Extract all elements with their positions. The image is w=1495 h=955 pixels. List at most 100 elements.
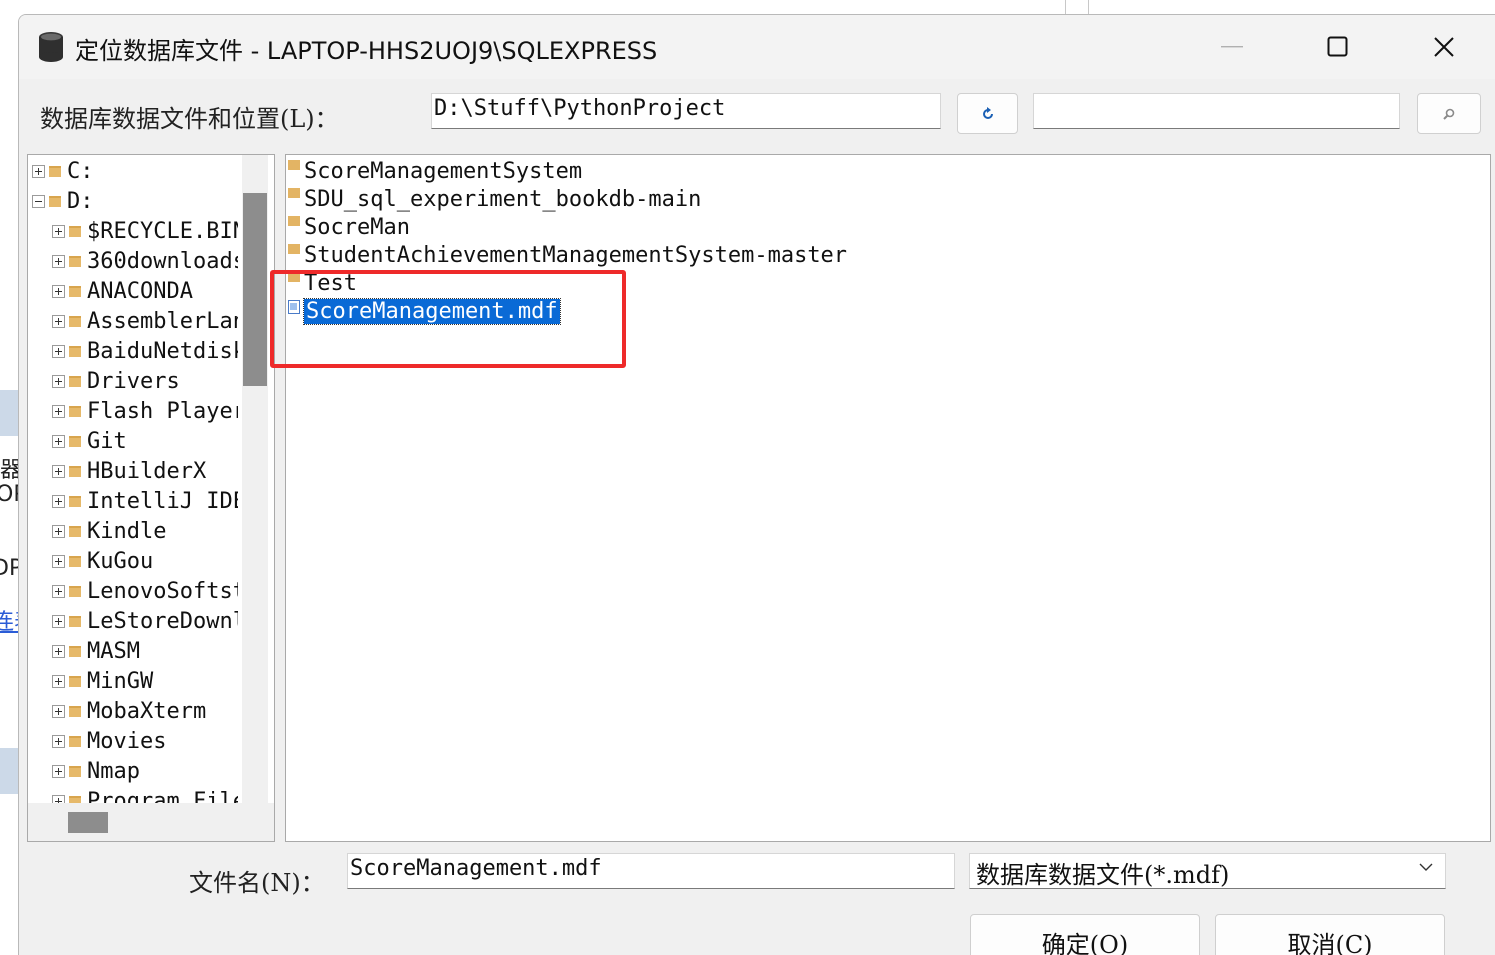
folder-icon xyxy=(69,555,81,567)
search-button[interactable] xyxy=(1417,93,1481,134)
tree-folder-item[interactable]: MASM xyxy=(52,636,140,666)
tree-folder-item[interactable]: Program Files xyxy=(52,786,238,803)
search-input[interactable] xyxy=(1033,93,1400,129)
expand-icon[interactable] xyxy=(52,344,65,358)
folder-icon xyxy=(69,675,81,687)
ok-button[interactable]: 确定(O) xyxy=(970,914,1200,955)
folder-icon xyxy=(286,160,302,182)
expand-icon[interactable] xyxy=(52,584,65,598)
expand-icon[interactable] xyxy=(52,764,65,778)
tree-folder-item[interactable]: LeStoreDownload xyxy=(52,606,238,636)
expand-icon[interactable] xyxy=(52,374,65,388)
tree-folder-item[interactable]: Nmap xyxy=(52,756,140,786)
tree-node-label: $RECYCLE.BIN xyxy=(87,218,238,244)
folder-icon xyxy=(69,645,81,657)
expand-icon[interactable] xyxy=(52,554,65,568)
expand-icon[interactable] xyxy=(52,644,65,658)
tree-node-label: Git xyxy=(87,428,127,454)
folder-icon xyxy=(69,495,81,507)
expand-icon[interactable] xyxy=(52,254,65,268)
tree-node-label: 360downloads xyxy=(87,248,238,274)
filename-input[interactable]: ScoreManagement.mdf xyxy=(347,853,955,889)
tree-folder-item[interactable]: Git xyxy=(52,426,127,456)
chevron-down-icon xyxy=(1419,863,1433,871)
tree-node-label: ANACONDA xyxy=(87,278,193,304)
tree-node-label: BaiduNetdisk xyxy=(87,338,238,364)
expand-icon[interactable] xyxy=(52,794,65,803)
expand-icon[interactable] xyxy=(52,404,65,418)
tree-folder-item[interactable]: BaiduNetdisk xyxy=(52,336,238,366)
tree-node-label: MASM xyxy=(87,638,140,664)
expand-icon[interactable] xyxy=(52,464,65,478)
maximize-icon xyxy=(1327,36,1348,57)
tree-node-label: IntelliJ IDEA xyxy=(87,488,238,514)
folder-list-item[interactable]: StudentAchievementManagementSystem-maste… xyxy=(286,241,847,269)
folder-list-item[interactable]: SocreMan xyxy=(286,213,410,241)
tree-vertical-scroll-thumb[interactable] xyxy=(243,193,267,386)
expand-icon[interactable] xyxy=(52,494,65,508)
expand-icon[interactable] xyxy=(52,224,65,238)
folder-icon xyxy=(49,195,61,207)
refresh-icon xyxy=(982,106,993,119)
tree-node-label: LenovoSoftstore xyxy=(87,578,238,604)
filetype-select[interactable]: 数据库数据文件(*.mdf) xyxy=(969,853,1446,889)
folder-tree[interactable]: C: D: $RECYCLE.BIN 360downloads ANACONDA As… xyxy=(27,154,275,842)
tree-folder-item[interactable]: LenovoSoftstore xyxy=(52,576,238,606)
expand-icon[interactable] xyxy=(52,614,65,628)
tree-drive-d[interactable]: D: xyxy=(32,186,94,216)
folder-list-item[interactable]: Test xyxy=(286,269,357,297)
expand-icon[interactable] xyxy=(52,314,65,328)
file-list[interactable]: ScoreManagementSystem SDU_sql_experiment_… xyxy=(285,154,1491,842)
location-input[interactable]: D:\Stuff\PythonProject xyxy=(431,93,941,129)
folder-list-item[interactable]: SDU_sql_experiment_bookdb-main xyxy=(286,185,701,213)
folder-list-item[interactable]: ScoreManagementSystem xyxy=(286,157,582,185)
tree-node-label: Kindle xyxy=(87,518,167,544)
refresh-button[interactable] xyxy=(957,93,1018,134)
folder-icon xyxy=(286,272,302,294)
maximize-button[interactable] xyxy=(1308,23,1368,71)
expand-icon[interactable] xyxy=(32,164,45,178)
folder-icon xyxy=(69,285,81,297)
tree-horizontal-scrollbar[interactable] xyxy=(28,803,274,841)
tree-folder-item[interactable]: $RECYCLE.BIN xyxy=(52,216,238,246)
close-icon xyxy=(1434,37,1454,57)
tree-folder-item[interactable]: 360downloads xyxy=(52,246,238,276)
cancel-button[interactable]: 取消(C) xyxy=(1215,914,1445,955)
expand-icon[interactable] xyxy=(52,434,65,448)
tree-folder-item[interactable]: MobaXterm xyxy=(52,696,206,726)
search-icon xyxy=(1443,108,1455,120)
folder-icon xyxy=(69,465,81,477)
close-button[interactable] xyxy=(1414,23,1474,71)
collapse-icon[interactable] xyxy=(32,194,45,208)
filename-label: 文件名(N)： xyxy=(189,869,325,897)
folder-icon xyxy=(69,375,81,387)
tree-horizontal-scroll-thumb[interactable] xyxy=(68,812,108,833)
tree-folder-item[interactable]: Flash Player xyxy=(52,396,238,426)
file-list-item[interactable]: ScoreManagement.mdf xyxy=(286,297,561,325)
tree-folder-item[interactable]: Movies xyxy=(52,726,166,756)
tree-folder-item[interactable]: IntelliJ IDEA xyxy=(52,486,238,516)
locate-database-file-dialog: 定位数据库文件 - LAPTOP-HHS2UOJ9\SQLEXPRESS 数据库… xyxy=(18,14,1495,955)
expand-icon[interactable] xyxy=(52,734,65,748)
folder-icon xyxy=(69,795,81,803)
tree-folder-item[interactable]: Drivers xyxy=(52,366,180,396)
tree-folder-item[interactable]: AssemblerLang xyxy=(52,306,238,336)
location-label: 数据库数据文件和位置(L)： xyxy=(40,105,339,133)
tree-folder-item[interactable]: Kindle xyxy=(52,516,166,546)
tree-node-label: MobaXterm xyxy=(87,698,207,724)
tree-folder-item[interactable]: ANACONDA xyxy=(52,276,193,306)
tree-drive-c[interactable]: C: xyxy=(32,156,94,186)
tree-folder-item[interactable]: KuGou xyxy=(52,546,153,576)
expand-icon[interactable] xyxy=(52,524,65,538)
folder-icon xyxy=(69,225,81,237)
expand-icon[interactable] xyxy=(52,674,65,688)
minimize-button[interactable] xyxy=(1202,23,1262,71)
expand-icon[interactable] xyxy=(52,284,65,298)
tree-folder-item[interactable]: MinGW xyxy=(52,666,153,696)
file-name: SocreMan xyxy=(304,214,410,240)
database-file-icon xyxy=(286,300,302,322)
tree-folder-item[interactable]: HBuilderX xyxy=(52,456,206,486)
folder-icon xyxy=(69,735,81,747)
folder-icon xyxy=(69,765,81,777)
expand-icon[interactable] xyxy=(52,704,65,718)
